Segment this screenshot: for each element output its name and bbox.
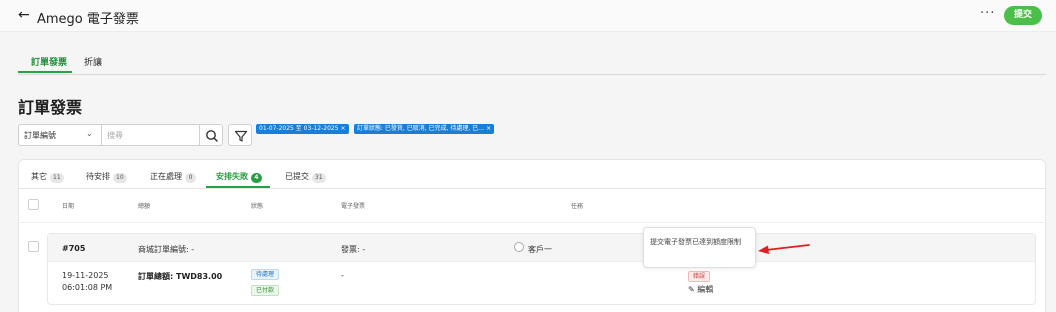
- search-placeholder: 搜尋: [107, 131, 123, 140]
- subtabs-divider: [19, 188, 1045, 189]
- filter-chip-status[interactable]: 訂單狀態: 已發貨, 已取消, 已完成, 待處理, 已… ×: [354, 124, 495, 134]
- count-badge: 11: [50, 173, 64, 183]
- column-header-date: 日期: [62, 203, 75, 210]
- filter-button[interactable]: [228, 124, 252, 146]
- tabs-divider: [18, 74, 1046, 75]
- annotation-arrow-icon: [758, 244, 810, 254]
- header-divider: [19, 222, 1045, 223]
- error-tooltip: [643, 227, 756, 268]
- filter-icon: [234, 130, 248, 142]
- tab-allowance[interactable]: 折讓: [84, 55, 102, 68]
- subtab-label: 已提交: [285, 172, 309, 181]
- order-total: 訂單總額: TWD83.00: [138, 272, 223, 281]
- shop-order-number: 商城訂單編號: -: [138, 245, 195, 254]
- column-header-task: 任務: [571, 203, 584, 210]
- pencil-icon: ✎: [688, 285, 695, 294]
- row-checkbox[interactable]: [28, 241, 39, 252]
- order-number[interactable]: #705: [62, 244, 85, 253]
- invoice-number: 發票: -: [341, 245, 366, 254]
- subtab-schedule-failed[interactable]: 安排失敗 4: [216, 171, 262, 183]
- order-date: 19-11-2025: [62, 271, 109, 280]
- status-badge-pending: 待處理: [251, 269, 280, 280]
- column-header-total: 總額: [138, 203, 151, 210]
- filter-chip-date[interactable]: 01-07-2025 至 03-12-2025 ×: [256, 124, 349, 134]
- task-error-badge[interactable]: 錯誤: [688, 271, 711, 282]
- column-header-einvoice: 電子發票: [341, 203, 366, 210]
- more-options-icon[interactable]: ···: [980, 6, 995, 21]
- select-all-checkbox[interactable]: [28, 199, 39, 210]
- status-badge-paid: 已付款: [251, 285, 280, 296]
- edit-link[interactable]: ✎ 編輯: [688, 284, 713, 295]
- chevron-down-icon: ⌄: [86, 129, 93, 138]
- page-title: 訂單發票: [18, 98, 83, 117]
- order-time: 06:01:08 PM: [62, 283, 113, 292]
- subtab-label: 其它: [31, 172, 47, 181]
- count-badge: 4: [251, 173, 262, 183]
- count-badge: 31: [312, 173, 326, 183]
- edit-label: 編輯: [697, 285, 714, 294]
- active-tab-indicator: [18, 71, 72, 73]
- subtab-label: 待安排: [86, 172, 110, 181]
- app-title: Amego 電子發票: [37, 12, 139, 27]
- subtab-label: 正在處理: [150, 172, 182, 181]
- tooltip-text: 提交電子發票已達到額度限制: [650, 238, 741, 246]
- field-select-value: 訂單編號: [24, 131, 56, 140]
- einvoice-value: -: [341, 271, 344, 280]
- submit-button[interactable]: 提交: [1004, 6, 1042, 25]
- customer-name: 客戶一: [528, 245, 552, 254]
- subtab-label: 安排失敗: [216, 172, 248, 181]
- subtab-to-schedule[interactable]: 待安排 10: [86, 171, 127, 183]
- search-button[interactable]: [199, 124, 223, 146]
- customer-avatar-icon: [514, 242, 524, 252]
- subtab-processing[interactable]: 正在處理 0: [150, 171, 196, 183]
- count-badge: 10: [113, 173, 127, 183]
- top-bar: [0, 0, 1056, 32]
- tab-order-invoice[interactable]: 訂單發票: [31, 55, 67, 68]
- count-badge: 0: [185, 173, 196, 183]
- arrow-left-icon[interactable]: ←: [18, 7, 30, 23]
- search-icon: [206, 130, 218, 142]
- subtab-other[interactable]: 其它 11: [31, 171, 64, 183]
- subtab-submitted[interactable]: 已提交 31: [285, 171, 326, 183]
- column-header-status: 狀態: [251, 203, 264, 210]
